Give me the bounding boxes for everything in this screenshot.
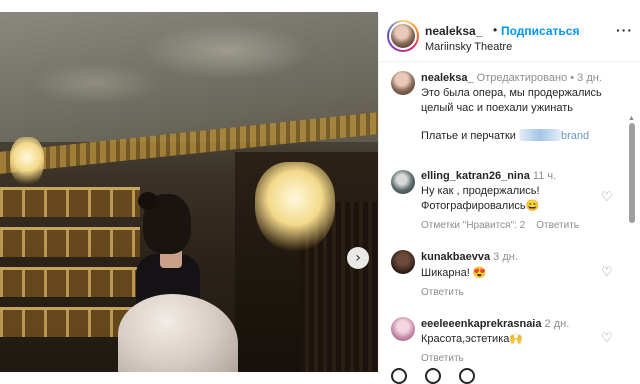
- more-options-icon[interactable]: ···: [616, 22, 633, 38]
- avatar-image: [389, 22, 417, 50]
- separator-dot: •: [570, 72, 575, 84]
- blurred-mention: [518, 129, 561, 141]
- scrollbar-thumb[interactable]: [629, 123, 635, 223]
- comment-header: eeeleeenkaprekrasnaia 2 дн.: [421, 317, 569, 332]
- instagram-post-modal: › nealeksa_ • Подписаться Mariinsky Thea…: [0, 0, 640, 384]
- scroll-up-arrow-icon[interactable]: ▲: [628, 115, 635, 122]
- caption-text-line: Это была опера, мы продержались: [421, 87, 602, 99]
- reply-button[interactable]: Ответить: [421, 287, 464, 298]
- commenter-username[interactable]: kunakbaevva: [421, 251, 490, 263]
- fur-stole: [118, 294, 238, 372]
- comment-icon[interactable]: [425, 368, 441, 384]
- caption-edited: Отредактировано: [476, 72, 568, 84]
- caption-text-line: Платье и перчатки brand: [421, 129, 589, 144]
- post-header: nealeksa_ • Подписаться Mariinsky Theatr…: [379, 12, 640, 62]
- comment-header: elling_katran26_nina 11 ч.: [421, 169, 556, 184]
- brand-mention-link[interactable]: brand: [561, 130, 589, 142]
- comments-list[interactable]: nealeksa_ Отредактировано • 3 дн. Это бы…: [379, 63, 640, 372]
- caption-text-line: целый час и поехали ужинать: [421, 102, 573, 114]
- comment-header: kunakbaevva 3 дн.: [421, 250, 518, 265]
- caption-header: nealeksa_ Отредактировано • 3 дн.: [421, 71, 602, 86]
- chevron-right-icon: ›: [355, 250, 361, 266]
- like-icon[interactable]: [391, 368, 407, 384]
- share-icon[interactable]: [459, 368, 475, 384]
- balcony-tier: [0, 187, 140, 217]
- caption-brand-prefix: Платье и перчатки: [421, 130, 516, 142]
- comment-actions: Отметки "Нравится": 2 Ответить: [421, 220, 579, 231]
- comment-likes-link[interactable]: Отметки "Нравится": 2: [421, 220, 525, 231]
- woman-hair-bun: [138, 192, 158, 210]
- chandelier-left: [10, 137, 44, 187]
- separator-dot: •: [493, 23, 498, 37]
- post-photo[interactable]: ›: [0, 12, 378, 372]
- commenter-username[interactable]: elling_katran26_nina: [421, 170, 530, 182]
- post-side-panel: nealeksa_ • Подписаться Mariinsky Theatr…: [378, 12, 640, 384]
- comment-text: Ну как , продержались!: [421, 185, 540, 197]
- comment-time: 3 дн.: [493, 251, 518, 263]
- balcony-tier: [0, 227, 140, 257]
- commenter-avatar[interactable]: [391, 250, 415, 274]
- next-photo-button[interactable]: ›: [347, 247, 369, 269]
- caption-username[interactable]: nealeksa_: [421, 72, 474, 84]
- comment-text: Фотографировались😄: [421, 200, 540, 212]
- like-heart-icon[interactable]: ♡: [601, 265, 613, 280]
- post-action-bar: [387, 368, 627, 384]
- caption-avatar[interactable]: [391, 71, 415, 95]
- reply-button[interactable]: Ответить: [421, 353, 464, 364]
- balcony-tier: [0, 267, 140, 297]
- commenter-avatar[interactable]: [391, 317, 415, 341]
- location-link[interactable]: Mariinsky Theatre: [425, 41, 512, 53]
- like-heart-icon[interactable]: ♡: [601, 331, 613, 346]
- author-avatar[interactable]: [387, 20, 419, 52]
- comment-time: 2 дн.: [544, 318, 570, 330]
- commenter-avatar[interactable]: [391, 170, 415, 194]
- follow-button[interactable]: Подписаться: [501, 24, 579, 38]
- caption-time: 3 дн.: [577, 72, 602, 84]
- commenter-username[interactable]: eeeleeenkaprekrasnaia: [421, 318, 541, 330]
- like-heart-icon[interactable]: ♡: [601, 190, 613, 205]
- chandelier-right: [255, 162, 335, 252]
- author-username[interactable]: nealeksa_: [425, 24, 482, 38]
- comment-time: 11 ч.: [532, 170, 557, 182]
- comment-text: Красота,эстетика🙌: [421, 333, 524, 345]
- reply-button[interactable]: Ответить: [536, 220, 579, 231]
- comment-text: Шикарна! 😍: [421, 267, 487, 279]
